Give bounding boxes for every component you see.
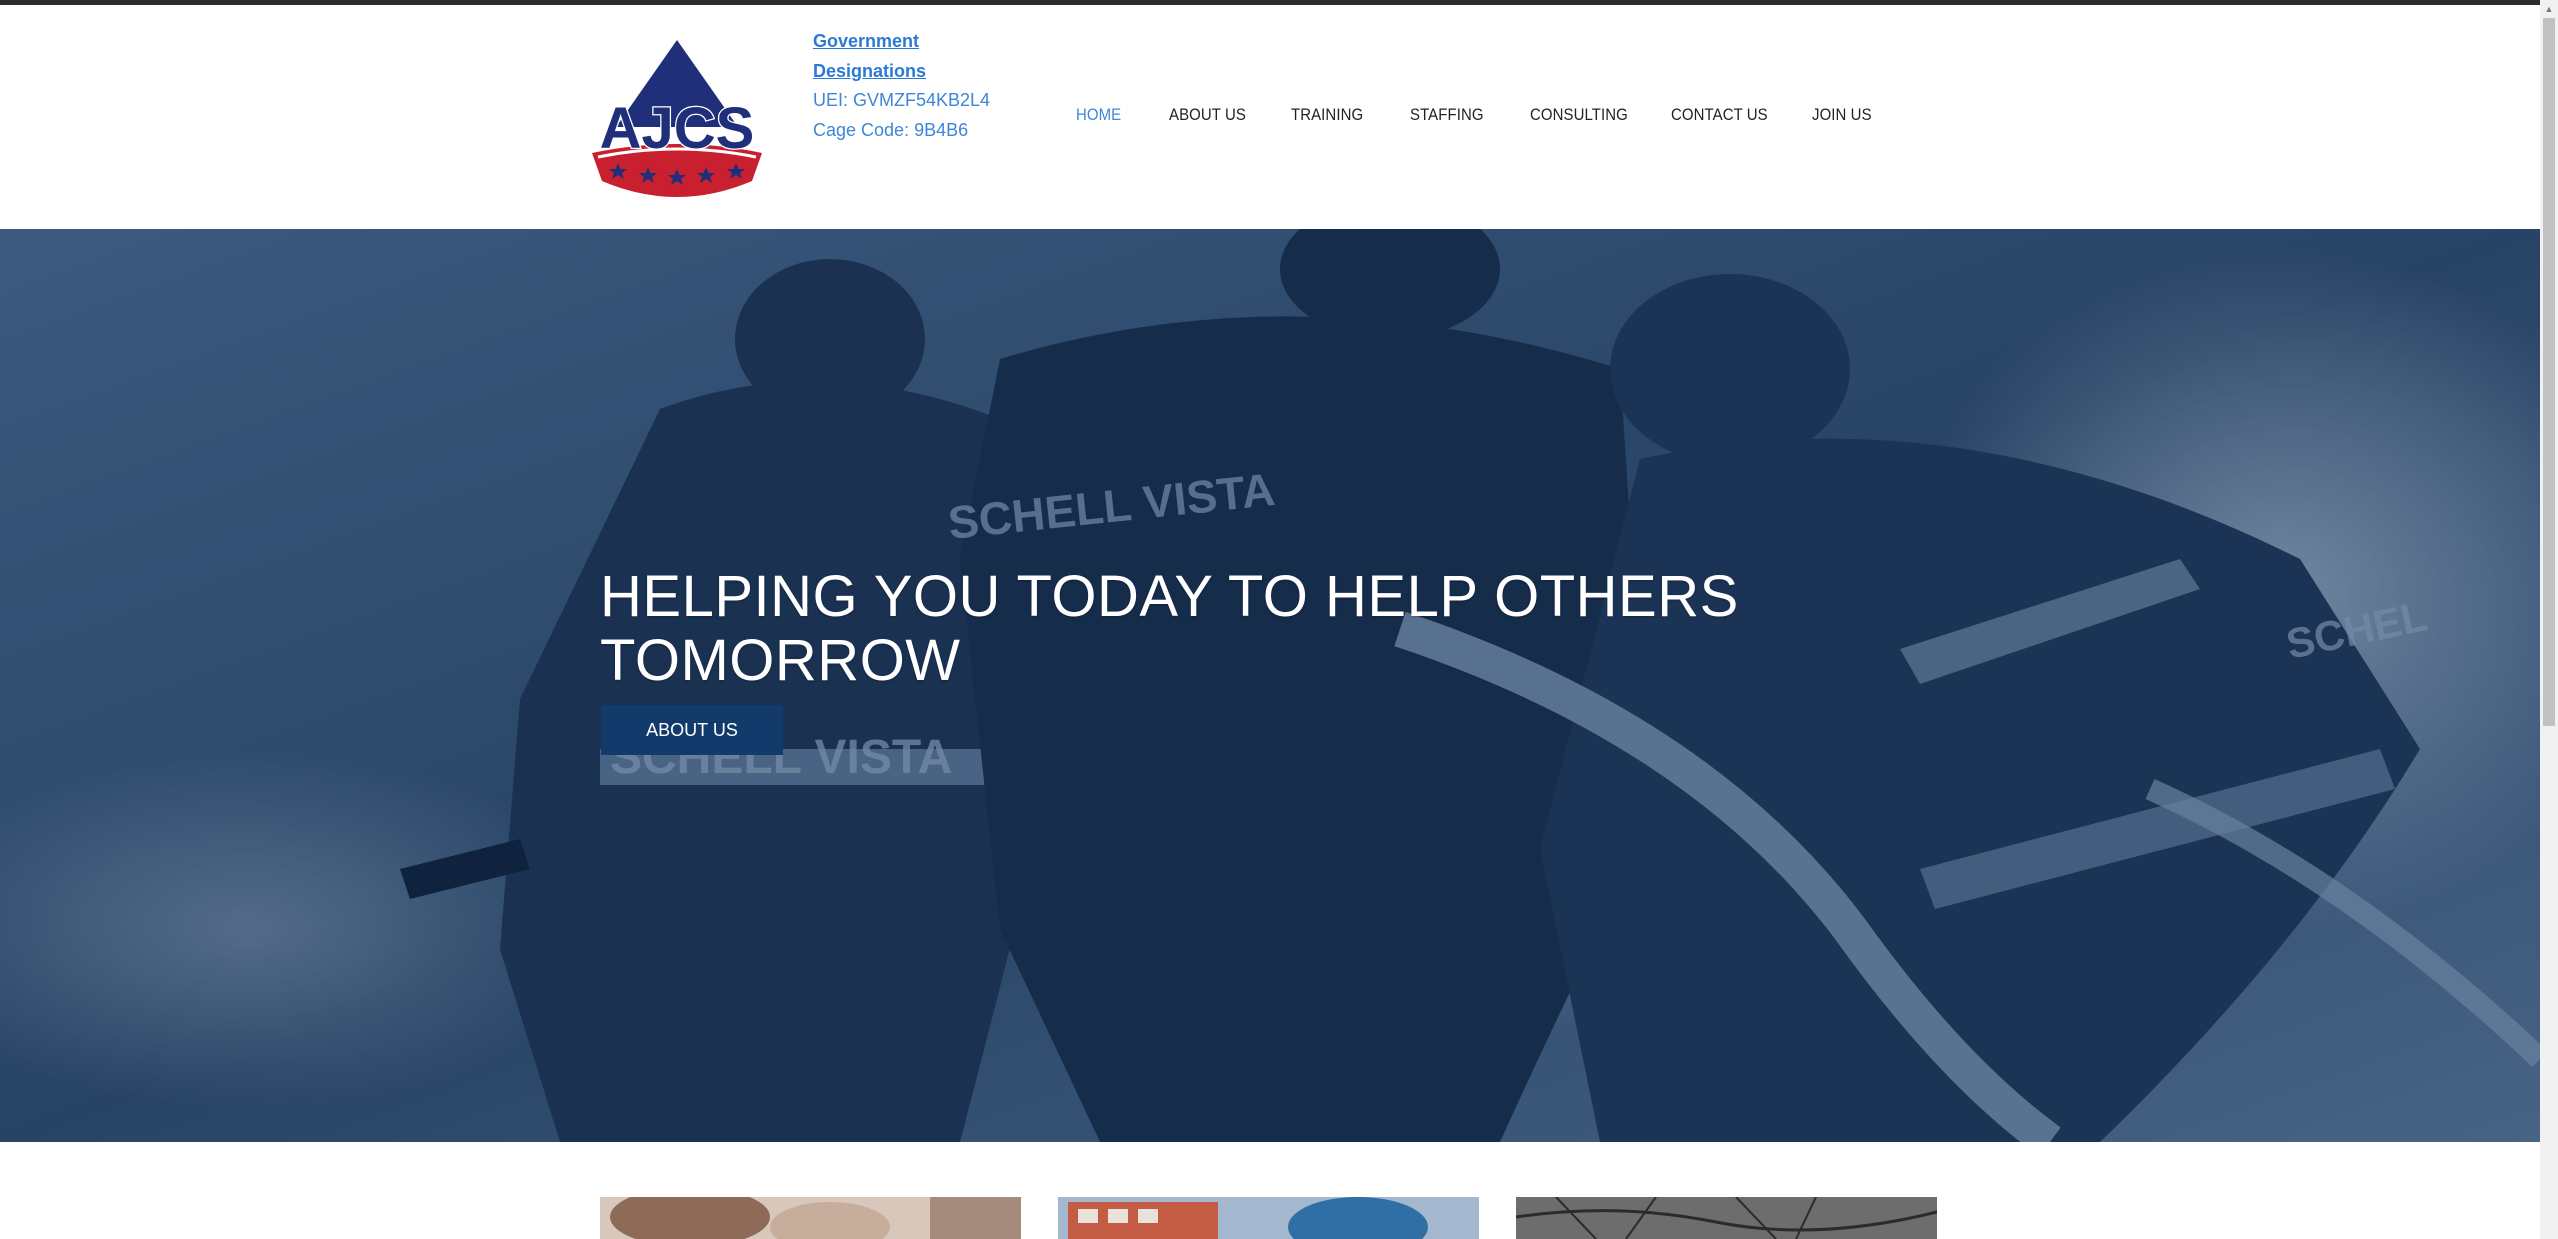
- nav-about-us[interactable]: ABOUT US: [1169, 105, 1246, 125]
- nav-training[interactable]: TRAINING: [1291, 105, 1363, 125]
- card-image-staffing[interactable]: [1058, 1197, 1479, 1239]
- site-header: AJCS Government Designations UEI: GVMZF5…: [0, 5, 2540, 229]
- card-image-consulting[interactable]: [1516, 1197, 1937, 1239]
- nav-consulting[interactable]: CONSULTING: [1530, 105, 1628, 125]
- card-image-training[interactable]: [600, 1197, 1021, 1239]
- logo-lettering: AJCS: [600, 96, 755, 161]
- page-scrollbar[interactable]: ▲: [2540, 0, 2558, 1239]
- ajcs-logo[interactable]: AJCS: [588, 35, 766, 207]
- service-cards: [0, 1142, 2540, 1239]
- government-designations-link[interactable]: Government Designations: [813, 27, 1033, 86]
- nav-contact-us[interactable]: CONTACT US: [1671, 105, 1768, 125]
- nav-staffing[interactable]: STAFFING: [1410, 105, 1484, 125]
- hero-about-us-button[interactable]: ABOUT US: [601, 705, 783, 755]
- hero-banner: SCHELL VISTA SCHELL VISTA SCHEL HELPING …: [0, 229, 2540, 1142]
- government-info: Government Designations UEI: GVMZF54KB2L…: [813, 27, 1033, 145]
- scroll-up-arrow-icon[interactable]: ▲: [2540, 0, 2558, 18]
- scrollbar-thumb[interactable]: [2543, 18, 2555, 726]
- nav-home[interactable]: HOME: [1076, 105, 1121, 125]
- hero-title: HELPING YOU TODAY TO HELP OTHERS TOMORRO…: [600, 564, 1739, 693]
- cage-code-text: Cage Code: 9B4B6: [813, 119, 969, 140]
- nav-join-us[interactable]: JOIN US: [1812, 105, 1872, 125]
- uei-text: UEI: GVMZF54KB2L4: [813, 90, 991, 110]
